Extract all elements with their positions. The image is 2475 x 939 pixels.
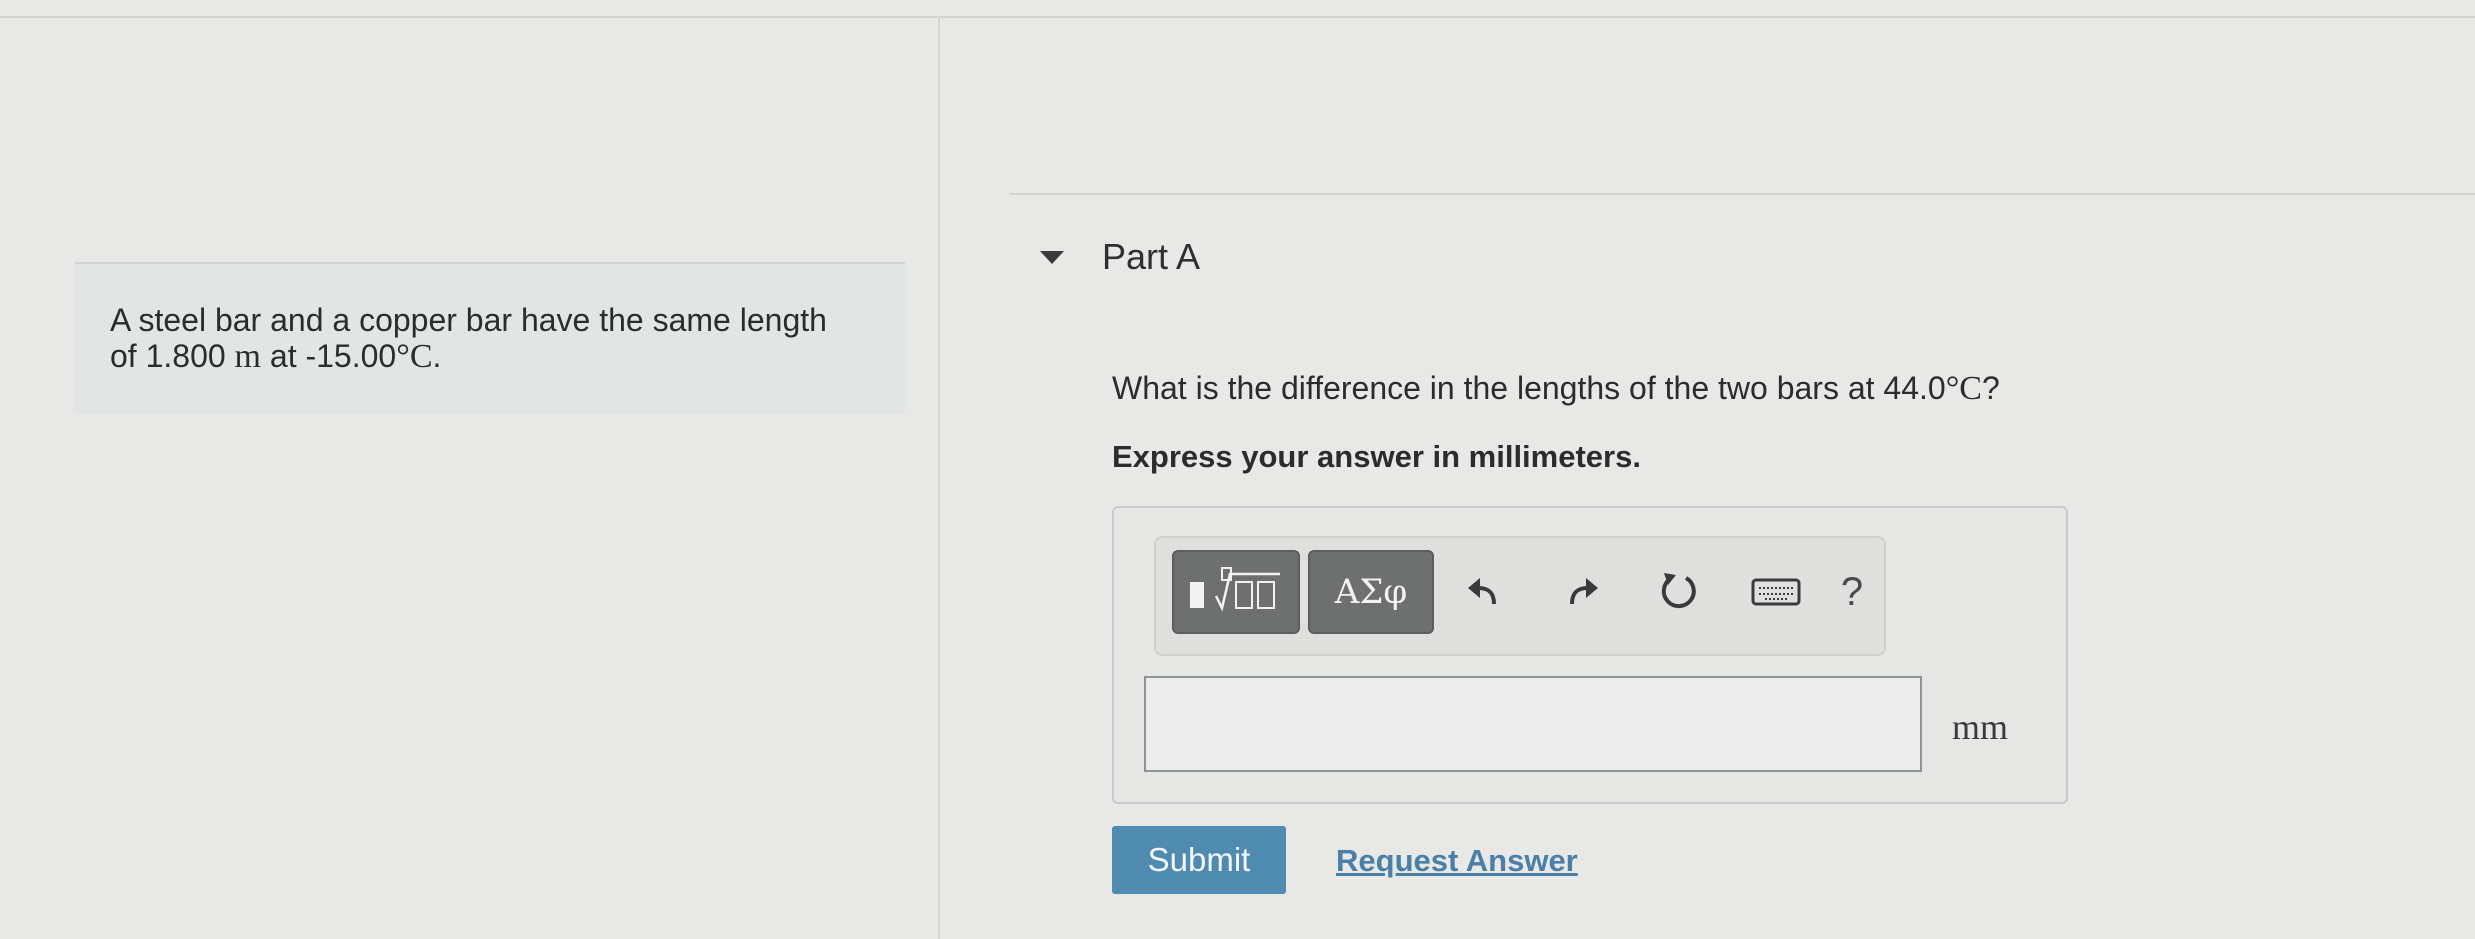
problem-degree: °: [396, 338, 410, 375]
part-title: Part A: [1102, 236, 1201, 277]
greek-symbols-button[interactable]: ΑΣφ: [1308, 550, 1434, 634]
answer-instruction: Express your answer in millimeters.: [1112, 439, 1641, 474]
answer-unit: mm: [1952, 707, 2009, 747]
keyboard-icon[interactable]: [1746, 562, 1806, 622]
help-icon[interactable]: ?: [1822, 562, 1882, 622]
reset-icon[interactable]: [1648, 562, 1708, 622]
templates-icon: [1190, 567, 1280, 612]
question-end: ?: [1981, 370, 2000, 406]
question-body: What is the difference in the lengths of…: [1112, 370, 1946, 406]
question-temp-unit: C: [1959, 370, 1982, 407]
problem-statement: A steel bar and a copper bar have the sa…: [75, 262, 905, 414]
part-a-divider: [1010, 193, 2475, 195]
answer-panel: ΑΣφ ? mm: [1112, 506, 2068, 804]
problem-end: .: [432, 338, 442, 374]
undo-icon[interactable]: [1454, 562, 1514, 622]
problem-temp: at -15.00: [269, 338, 397, 374]
column-divider: [938, 16, 940, 939]
problem-line-2: of 1.800 m at -15.00°C.: [110, 338, 875, 375]
part-a-header[interactable]: Part A: [1040, 232, 1200, 282]
question-text: What is the difference in the lengths of…: [1112, 370, 2000, 408]
answer-input[interactable]: [1144, 676, 1922, 772]
problem-line-1: A steel bar and a copper bar have the sa…: [110, 302, 827, 338]
question-degree: °: [1945, 370, 1960, 407]
submit-button[interactable]: Submit: [1112, 826, 1286, 894]
request-answer-link[interactable]: Request Answer: [1336, 843, 1578, 879]
problem-length-prefix: of 1.800: [110, 338, 226, 374]
top-divider: [0, 16, 2475, 18]
collapse-caret-icon[interactable]: [1040, 250, 1064, 264]
math-toolbar: ΑΣφ ?: [1154, 536, 1886, 656]
problem-length-unit: m: [234, 338, 261, 375]
problem-temp-unit: C: [409, 338, 433, 375]
templates-button[interactable]: [1172, 550, 1300, 634]
redo-icon[interactable]: [1552, 562, 1612, 622]
